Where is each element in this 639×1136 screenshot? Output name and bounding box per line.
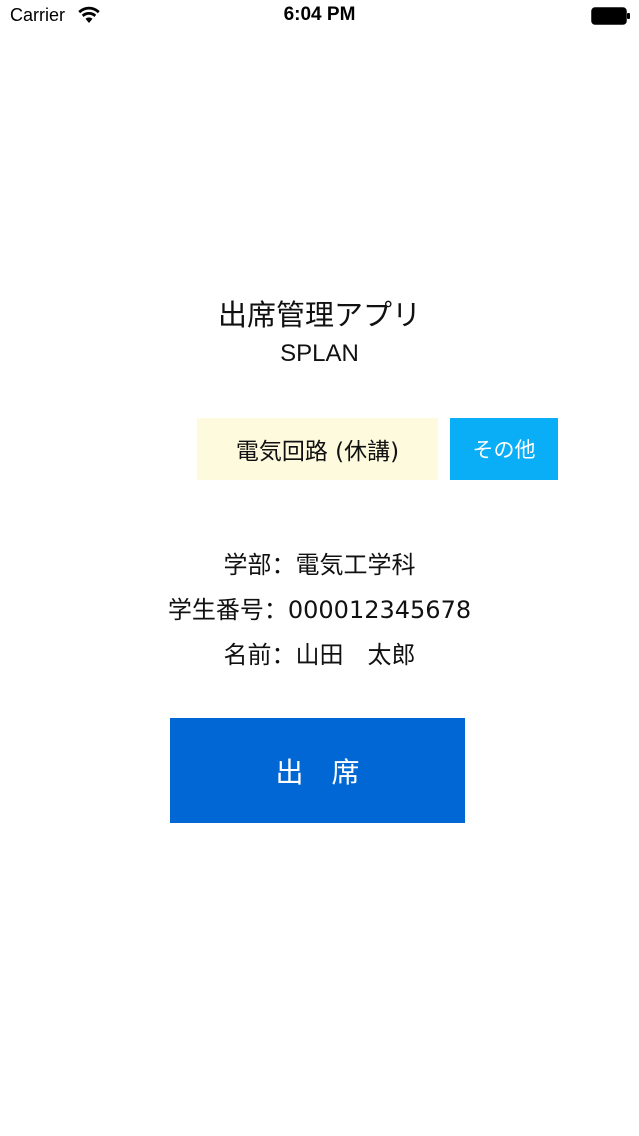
app-title: 出席管理アプリ xyxy=(217,298,421,332)
status-time: 6:04 PM xyxy=(283,4,356,25)
student-id: 学生番号：000012345678 xyxy=(167,596,472,624)
other-button-label: その他 xyxy=(472,438,536,462)
battery-icon xyxy=(591,7,631,25)
attend-button[interactable]: 出 席 xyxy=(170,718,465,823)
other-button[interactable]: その他 xyxy=(450,418,558,480)
student-name: 名前：山田 太郎 xyxy=(223,641,416,669)
student-department: 学部：電気工学科 xyxy=(223,551,416,579)
app-subtitle: SPLAN xyxy=(280,340,359,367)
class-selector[interactable]: 電気回路 (休講) xyxy=(197,418,438,480)
attend-button-label: 出 席 xyxy=(275,755,360,789)
class-selector-label: 電気回路 (休講) xyxy=(235,439,400,465)
status-bar: Carrier 6:04 PM xyxy=(0,0,639,36)
